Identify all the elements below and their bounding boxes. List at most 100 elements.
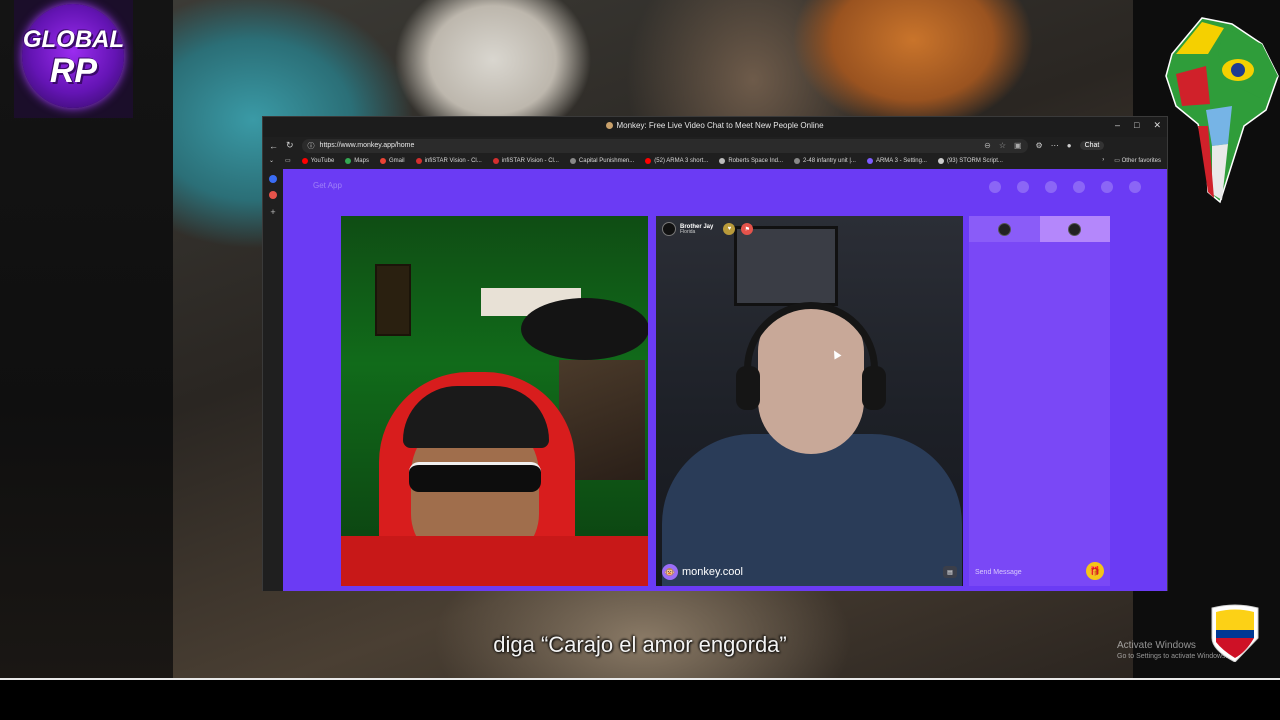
favorite-link[interactable]: Maps [345, 157, 369, 164]
favorite-link[interactable]: 2-48 infantry unit |... [794, 157, 856, 164]
peer-location: Florida [680, 228, 696, 235]
url-text: https://www.monkey.app/home [319, 142, 415, 149]
monkey-favicon-icon [606, 122, 614, 129]
activate-windows-watermark: Activate Windows Go to Settings to activ… [1117, 640, 1228, 660]
local-video [341, 216, 648, 586]
gmail-icon [379, 157, 386, 164]
brand-text: monkey.cool [682, 566, 743, 578]
favorite-link[interactable]: Gmail [379, 157, 405, 164]
headset-band [744, 302, 878, 402]
maps-icon [345, 157, 352, 164]
globe-icon [937, 157, 944, 164]
monkey-page: Get App Brother Jay Florida ♥ ⚑ 🐵 monkey… [283, 169, 1167, 591]
watermark-line2: Go to Settings to activate Windows. [1117, 653, 1228, 660]
messages-icon[interactable] [1101, 181, 1113, 193]
favorite-link[interactable]: (93) STORM Script... [937, 157, 1003, 164]
page-header: Get App [283, 169, 1167, 201]
monkey-icon: 🐵 [662, 564, 678, 580]
address-bar-row: ← ↻ ⓘ https://www.monkey.app/home ⊖ ☆ ▣ … [263, 137, 1167, 154]
favorite-link[interactable]: (52) ARMA 3 short... [645, 157, 709, 164]
toolbar-icons: ⚙ ⋯ ● Chat [1036, 141, 1105, 150]
browser-window: Monkey: Free Live Video Chat to Meet New… [262, 116, 1168, 591]
favorite-label: (52) ARMA 3 short... [654, 157, 709, 164]
header-icons [989, 181, 1141, 193]
window-title: Monkey: Free Live Video Chat to Meet New… [263, 121, 1167, 130]
favorite-link[interactable]: ARMA 3 - Setting... [866, 157, 927, 164]
favorite-link[interactable]: YouTube [301, 157, 335, 164]
url-field[interactable]: ⓘ https://www.monkey.app/home ⊖ ☆ ▣ [301, 138, 1028, 153]
remote-video: Brother Jay Florida ♥ ⚑ 🐵 monkey.cool ▤ [656, 216, 963, 586]
monkey-watermark: 🐵 monkey.cool [662, 564, 743, 580]
gift-icon[interactable]: 🎁 [1086, 562, 1104, 580]
profile-icon[interactable] [1129, 181, 1141, 193]
site-icon [794, 157, 801, 164]
letterbox-bar [0, 678, 1280, 720]
favorite-label: Roberts Space Ind... [728, 157, 784, 164]
youtube-icon [301, 157, 308, 164]
favorite-link[interactable]: infiSTAR Vision - Cl... [415, 157, 482, 164]
video-frame: GLOBAL RP Monkey: Free Live Video Chat t… [0, 0, 1280, 720]
reload-icon[interactable]: ↻ [286, 140, 294, 151]
favorite-link[interactable]: Capital Punishmen... [569, 157, 634, 164]
tab-chat-user-1[interactable] [969, 216, 1040, 242]
minus-icon[interactable]: ⊖ [984, 141, 991, 150]
site-icon [719, 157, 726, 164]
peer-text: Brother Jay Florida [680, 224, 713, 235]
like-icon[interactable]: ♥ [723, 223, 736, 235]
site-info-icon[interactable]: ⓘ [308, 141, 315, 151]
title-bar: Monkey: Free Live Video Chat to Meet New… [263, 117, 1167, 137]
logo-line1: GLOBAL [22, 26, 125, 53]
favorite-label: infiSTAR Vision - Cl... [424, 157, 482, 164]
tab-actions-icon[interactable]: ⌄ [269, 157, 274, 164]
chat-panel: Send Message 🎁 [969, 216, 1110, 586]
video-subtitle: diga “Carajo el amor engorda” [493, 632, 787, 657]
profile-icon[interactable]: ● [1067, 141, 1072, 150]
headset-cup [736, 366, 760, 410]
report-icon[interactable]: ⚑ [741, 223, 754, 235]
back-icon[interactable]: ← [269, 141, 278, 151]
close-button[interactable]: ✕ [1153, 120, 1161, 131]
maximize-button[interactable]: □ [1134, 120, 1139, 131]
extensions-icon[interactable]: ⚙ [1036, 141, 1043, 150]
favorite-label: infiSTAR Vision - Cl... [501, 157, 559, 164]
tab-chat-user-2[interactable] [1039, 216, 1110, 242]
user-avatar [997, 222, 1011, 236]
rail-dot-icon[interactable] [269, 175, 277, 183]
browser-side-rail: + [263, 169, 283, 591]
favorites-bar: ⌄ ▭ YouTube Maps Gmail infiSTAR Vision -… [263, 154, 1167, 167]
chevron-right-icon[interactable]: › [1102, 157, 1104, 164]
south-america-flags-map [1165, 17, 1279, 204]
more-icon[interactable]: ⋯ [1051, 141, 1059, 150]
logo-line2: RP [49, 52, 98, 90]
caption-icon[interactable]: ▤ [943, 566, 957, 578]
site-icon [569, 157, 576, 164]
history-icon[interactable] [1073, 181, 1085, 193]
watermark-line1: Activate Windows [1117, 640, 1196, 651]
rail-record-icon[interactable] [269, 191, 277, 199]
favorite-label: Gmail [388, 157, 405, 164]
favorite-link[interactable]: Roberts Space Ind... [719, 157, 784, 164]
favorite-star-icon[interactable]: ☆ [999, 141, 1006, 150]
other-favorites[interactable]: ▭ Other favorites [1114, 157, 1161, 164]
favorite-link[interactable]: infiSTAR Vision - Cl... [492, 157, 559, 164]
copilot-chat-button[interactable]: Chat [1079, 141, 1105, 150]
favorites-end: › ▭ Other favorites [1102, 157, 1161, 164]
reader-icon[interactable]: ▣ [1014, 141, 1022, 150]
get-app-link[interactable]: Get App [313, 181, 342, 190]
site-icon [866, 157, 873, 164]
send-message-input[interactable]: Send Message [975, 569, 1075, 576]
friends-icon[interactable] [1045, 181, 1057, 193]
folder-icon[interactable]: ▭ [285, 157, 291, 164]
peer-avatar[interactable] [662, 222, 676, 236]
add-icon[interactable]: + [270, 207, 275, 217]
minimize-button[interactable]: – [1115, 120, 1120, 131]
headset-cup [862, 366, 886, 410]
infistar-icon [492, 157, 499, 164]
url-actions: ⊖ ☆ ▣ [984, 141, 1027, 150]
gem-icon[interactable] [989, 181, 1001, 193]
ring-light [521, 298, 648, 360]
favorite-label: YouTube [310, 157, 335, 164]
search-icon[interactable] [1017, 181, 1029, 193]
red-shirt [341, 536, 648, 586]
window-title-text: Monkey: Free Live Video Chat to Meet New… [616, 121, 824, 130]
